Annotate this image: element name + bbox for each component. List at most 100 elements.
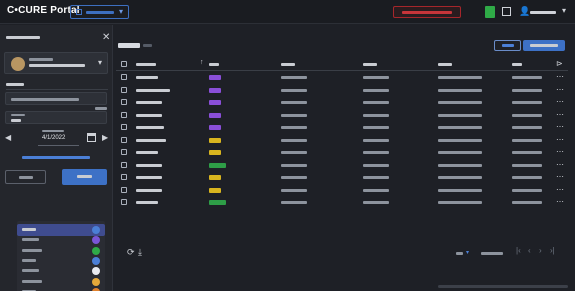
table-row[interactable]: ⋯ bbox=[116, 185, 568, 197]
create-visit-label bbox=[530, 44, 558, 47]
last-page-icon[interactable]: ›| bbox=[550, 246, 555, 255]
visit-site bbox=[438, 201, 482, 204]
start-time bbox=[281, 151, 307, 154]
host-name bbox=[512, 176, 542, 179]
status-badge bbox=[209, 175, 221, 180]
table-row[interactable]: ⋯ bbox=[116, 85, 568, 97]
more-actions-icon[interactable]: ⋯ bbox=[556, 172, 564, 181]
chevron-left-icon[interactable]: ◀ bbox=[5, 133, 11, 142]
more-actions-icon[interactable]: ⋯ bbox=[556, 160, 564, 169]
column-end-time[interactable] bbox=[363, 63, 377, 66]
row-checkbox[interactable] bbox=[121, 74, 127, 80]
table-row[interactable]: ⋯ bbox=[116, 172, 568, 184]
page-title bbox=[118, 43, 140, 48]
refresh-icon[interactable]: ⟳ bbox=[127, 247, 135, 258]
apply-button[interactable] bbox=[62, 169, 107, 185]
row-checkbox[interactable] bbox=[121, 174, 127, 180]
row-checkbox[interactable] bbox=[121, 124, 127, 130]
filter-tools-heading bbox=[6, 36, 40, 39]
clear-label bbox=[502, 44, 514, 47]
end-time bbox=[363, 88, 389, 92]
visitor-name bbox=[136, 188, 162, 192]
sort-icon[interactable]: ↑ bbox=[200, 59, 204, 66]
start-time bbox=[281, 126, 307, 129]
more-actions-icon[interactable]: ⋯ bbox=[556, 185, 564, 194]
stat-label bbox=[22, 269, 39, 273]
chevron-down-icon[interactable]: ▾ bbox=[466, 249, 469, 256]
filter-icon[interactable]: ⊳ bbox=[556, 59, 563, 68]
clear-button[interactable] bbox=[5, 170, 46, 184]
stat-row[interactable] bbox=[17, 286, 105, 291]
row-checkbox[interactable] bbox=[121, 86, 127, 93]
table-row[interactable]: ⋯ bbox=[116, 147, 568, 159]
row-checkbox[interactable] bbox=[121, 136, 127, 143]
horizontal-scrollbar[interactable] bbox=[438, 285, 568, 288]
visit-site bbox=[438, 101, 482, 104]
stat-count-badge bbox=[92, 246, 100, 255]
chevron-down-icon: ▾ bbox=[562, 6, 567, 15]
end-time bbox=[363, 113, 389, 117]
date-field[interactable]: 4/1/2022 bbox=[38, 129, 79, 146]
chevron-right-icon[interactable]: ▶ bbox=[102, 133, 108, 142]
row-checkbox[interactable] bbox=[121, 161, 127, 168]
prev-page-icon[interactable]: ‹ bbox=[528, 246, 531, 255]
host-name bbox=[512, 88, 542, 92]
column-host[interactable] bbox=[512, 63, 522, 66]
host-name bbox=[512, 126, 542, 129]
row-checkbox[interactable] bbox=[121, 149, 127, 155]
row-checkbox[interactable] bbox=[121, 186, 127, 193]
table-row[interactable]: ⋯ bbox=[116, 197, 568, 209]
search-input[interactable] bbox=[5, 92, 107, 105]
start-time bbox=[281, 138, 307, 142]
start-time bbox=[281, 113, 307, 117]
column-visitor-name[interactable] bbox=[136, 63, 156, 66]
avatar bbox=[11, 57, 25, 71]
table-row[interactable]: ⋯ bbox=[116, 122, 568, 134]
table-row[interactable]: ⋯ bbox=[116, 72, 568, 84]
column-start-time[interactable] bbox=[281, 63, 295, 66]
more-actions-icon[interactable]: ⋯ bbox=[556, 110, 564, 119]
table-row[interactable]: ⋯ bbox=[116, 160, 568, 172]
window-icon[interactable] bbox=[502, 7, 511, 16]
start-time bbox=[281, 76, 307, 79]
alert-button[interactable] bbox=[393, 6, 461, 18]
download-icon[interactable]: ⤓ bbox=[138, 247, 142, 258]
operator-dropdown[interactable]: ▾ bbox=[4, 52, 108, 74]
next-page-icon[interactable]: › bbox=[539, 246, 542, 255]
top-bar: C•CURE Portal ▾ 👤 ▾ bbox=[0, 0, 575, 24]
more-actions-icon[interactable]: ⋯ bbox=[556, 197, 564, 206]
column-status[interactable] bbox=[209, 63, 219, 66]
operator-name bbox=[29, 64, 85, 67]
more-actions-icon[interactable]: ⋯ bbox=[556, 122, 564, 131]
more-actions-icon[interactable]: ⋯ bbox=[556, 72, 564, 81]
user-menu[interactable]: 👤 ▾ bbox=[519, 6, 571, 18]
row-checkbox[interactable] bbox=[121, 99, 127, 105]
status-badge bbox=[209, 87, 221, 93]
navigation-dropdown[interactable]: ▾ bbox=[70, 5, 129, 19]
table-row[interactable]: ⋯ bbox=[116, 135, 568, 147]
table-row[interactable]: ⋯ bbox=[116, 97, 568, 109]
clear-button[interactable] bbox=[494, 40, 521, 51]
character-count bbox=[95, 107, 107, 110]
more-actions-icon[interactable]: ⋯ bbox=[556, 147, 564, 156]
filter-link[interactable] bbox=[22, 156, 90, 159]
visit-site bbox=[438, 76, 482, 79]
date-type-select[interactable] bbox=[5, 111, 107, 124]
calendar-icon[interactable] bbox=[87, 133, 96, 142]
navigation-label bbox=[86, 11, 114, 14]
column-visit-site[interactable] bbox=[438, 63, 452, 66]
create-visit-button[interactable] bbox=[523, 40, 565, 51]
more-actions-icon[interactable]: ⋯ bbox=[556, 97, 564, 106]
status-badge bbox=[209, 187, 221, 193]
more-actions-icon[interactable]: ⋯ bbox=[556, 85, 564, 94]
end-time bbox=[363, 138, 389, 142]
status-indicator[interactable] bbox=[485, 6, 495, 18]
table-row[interactable]: ⋯ bbox=[116, 110, 568, 122]
close-icon[interactable]: ✕ bbox=[102, 32, 110, 43]
select-all-checkbox[interactable] bbox=[121, 61, 127, 67]
row-checkbox[interactable] bbox=[121, 111, 127, 118]
first-page-icon[interactable]: |‹ bbox=[516, 246, 521, 255]
row-checkbox[interactable] bbox=[121, 199, 127, 205]
app-logo: C•CURE Portal bbox=[7, 5, 80, 16]
more-actions-icon[interactable]: ⋯ bbox=[556, 135, 564, 144]
